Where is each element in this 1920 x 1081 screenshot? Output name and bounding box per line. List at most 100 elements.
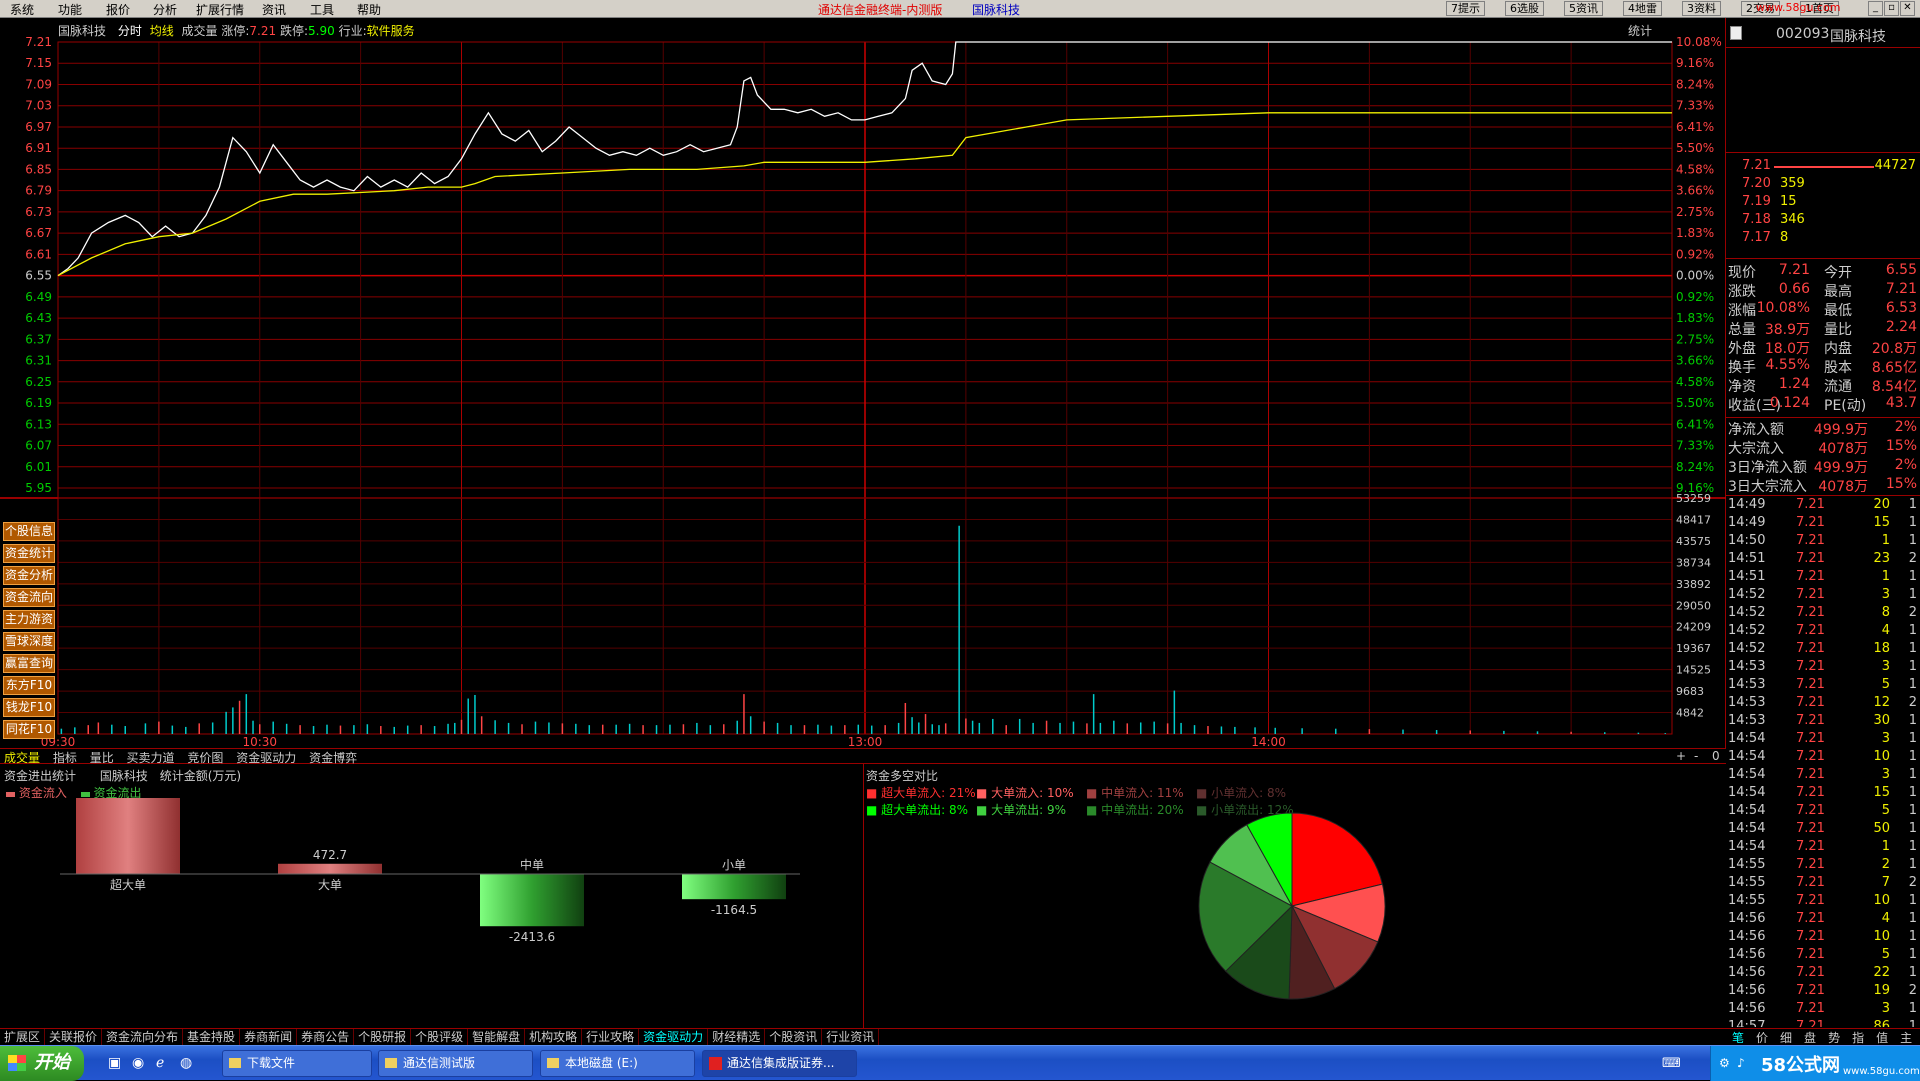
tick-row: 14:53 7.21 5 1 [1728,677,1917,692]
vol-tick-label: 14525 [1676,664,1711,677]
tick-row: 14:54 7.21 10 1 [1728,749,1917,764]
toolbar-tips-button[interactable]: 7提示 [1446,1,1485,16]
task-disk-e[interactable]: 本地磁盘 (E:) [540,1050,695,1077]
zoom-out-button[interactable]: - [1694,749,1698,763]
toolbar-news-button[interactable]: 5资讯 [1564,1,1603,16]
menu-help[interactable]: 帮助 [357,1,381,18]
right-tab[interactable]: 势 [1828,1031,1840,1045]
tick-row: 14:57 7.21 86 1 [1728,1019,1917,1027]
right-tab[interactable]: 笔 [1732,1031,1744,1045]
bottom-tab[interactable]: 资金流向分布 [102,1029,184,1045]
restore-icon[interactable]: ▫ [1884,1,1899,16]
side-button-1[interactable]: 资金统计 [3,544,55,563]
bottom-tab[interactable]: 机构攻略 [525,1029,583,1045]
bottom-tab[interactable]: 关联报价 [45,1029,103,1045]
toolbar-info-button[interactable]: 3资料 [1682,1,1721,16]
bottom-tab-bar: 扩展区 关联报价 资金流向分布 基金持股 券商新闻 券商公告 个股研报 个股评级 智能解盘 机构攻… [0,1028,1726,1045]
right-tab[interactable]: 值 [1876,1031,1888,1045]
menu-quote[interactable]: 报价 [106,1,130,18]
network-icon[interactable]: ⚙ [1719,1056,1730,1070]
vol-tick-label: 29050 [1676,599,1711,612]
bottom-tab[interactable]: 行业攻略 [582,1029,640,1045]
menu-tools[interactable]: 工具 [310,1,334,18]
intraday-chart[interactable]: 国脉科技 分时 均线 成交量 涨停:7.21 跌停:5.90 行业:软件服务 统… [0,18,1726,748]
tick-row: 14:52 7.21 8 2 [1728,605,1917,620]
bottom-tab[interactable]: 券商新闻 [240,1029,298,1045]
app-title: 通达信金融终端-内测版 [818,3,943,17]
ie-icon[interactable]: ℯ [156,1055,164,1071]
bottom-tab[interactable]: 基金持股 [183,1029,241,1045]
task-tdx-integrated[interactable]: 通达信集成版证券... [702,1050,857,1077]
side-button-0[interactable]: 个股信息 [3,522,55,541]
side-button-8[interactable]: 钱龙F10 [3,698,55,717]
right-tab[interactable]: 指 [1852,1031,1864,1045]
price-tick-label: 7.21 [25,35,52,49]
volume-icon[interactable]: ♪ [1737,1056,1745,1070]
order-book-row: 7.19 15 [1742,194,1797,209]
bottom-tab[interactable]: 扩展区 [0,1029,46,1045]
menu-extended[interactable]: 扩展行情 [196,1,244,18]
pct-tick-label: 8.24% [1676,77,1714,91]
doc-icon[interactable] [1730,26,1742,40]
task-downloads[interactable]: 下载文件 [222,1050,372,1077]
tab-buy-sell-force[interactable]: 买卖力道 [127,751,175,765]
vol-tick-label: 53259 [1676,492,1711,505]
fund-stats-panel: 资金进出统计 国脉科技 统计金额(万元) 资金流入 资金流出 3605.3超大单… [0,764,864,1028]
price-tick-label: 7.09 [25,77,52,91]
toolbar-select-button[interactable]: 6选股 [1505,1,1544,16]
side-button-3[interactable]: 资金流向 [3,588,55,607]
media-icon[interactable]: ◉ [132,1055,144,1071]
stock-code: 002093 [1776,26,1830,42]
side-button-9[interactable]: 同花F10 [3,720,55,739]
tick-row: 14:53 7.21 3 1 [1728,659,1917,674]
side-button-6[interactable]: 赢富查询 [3,654,55,673]
bottom-tab[interactable]: 个股研报 [354,1029,412,1045]
toolbar-mine-button[interactable]: 4地雷 [1623,1,1662,16]
zoom-in-button[interactable]: + [1676,749,1686,763]
show-desktop-icon[interactable]: ▣ [108,1055,121,1071]
browser-icon[interactable]: ◍ [180,1055,192,1071]
pct-tick-label: 4.58% [1676,375,1714,389]
tick-list[interactable]: 14:49 7.21 20 1 14:49 7.21 15 1 14:50 7.21 1 1 14:51… [1726,497,1920,1027]
tab-indicator[interactable]: 指标 [53,751,77,765]
price-tick-label: 6.55 [25,269,52,283]
side-button-5[interactable]: 雪球深度 [3,632,55,651]
start-button[interactable]: 开始 [0,1046,84,1081]
keyboard-icon[interactable]: ⌨ [1662,1056,1681,1071]
tab-volume[interactable]: 成交量 [4,751,40,765]
tab-volume-ratio[interactable]: 量比 [90,751,114,765]
close-icon[interactable]: ✕ [1900,1,1915,16]
menu-analysis[interactable]: 分析 [153,1,177,18]
pct-tick-label: 0.92% [1676,290,1714,304]
side-button-4[interactable]: 主力游资 [3,610,55,629]
side-button-2[interactable]: 资金分析 [3,566,55,585]
bottom-tab[interactable]: 券商公告 [297,1029,355,1045]
bottom-tab[interactable]: 财经精选 [708,1029,766,1045]
pct-tick-label: 5.50% [1676,396,1714,410]
bottom-tab[interactable]: 行业资讯 [822,1029,880,1045]
menu-function[interactable]: 功能 [58,1,82,18]
bottom-tab[interactable]: 智能解盘 [468,1029,526,1045]
right-tab[interactable]: 盘 [1804,1031,1816,1045]
tab-fund-game[interactable]: 资金博弈 [309,751,357,765]
tab-fund-drive[interactable]: 资金驱动力 [236,751,296,765]
right-tab[interactable]: 主 [1900,1031,1912,1045]
bottom-tab[interactable]: 个股资讯 [765,1029,823,1045]
watermark: www.58gu.com [1756,1,1841,14]
bottom-tab[interactable]: 资金驱动力 [639,1029,709,1045]
quote-row: 涨跌 0.66 最高 7.21 [1728,281,1917,300]
task-tdx-test[interactable]: 通达信测试版 [378,1050,533,1077]
menu-system[interactable]: 系统 [10,1,34,18]
tick-row: 14:55 7.21 2 1 [1728,857,1917,872]
menu-news[interactable]: 资讯 [262,1,286,18]
right-tab[interactable]: 细 [1780,1031,1792,1045]
bottom-tab[interactable]: 个股评级 [411,1029,469,1045]
pct-tick-label: 5.50% [1676,141,1714,155]
minimize-icon[interactable]: _ [1868,1,1883,16]
reset-button[interactable]: 0 [1712,749,1720,763]
fund-bar-label: 超大单 [110,877,146,892]
tab-auction[interactable]: 竞价图 [187,751,223,765]
right-tab-bar: 笔价细盘势指值主 [1726,1028,1920,1045]
side-button-7[interactable]: 东方F10 [3,676,55,695]
right-tab[interactable]: 价 [1756,1031,1768,1045]
